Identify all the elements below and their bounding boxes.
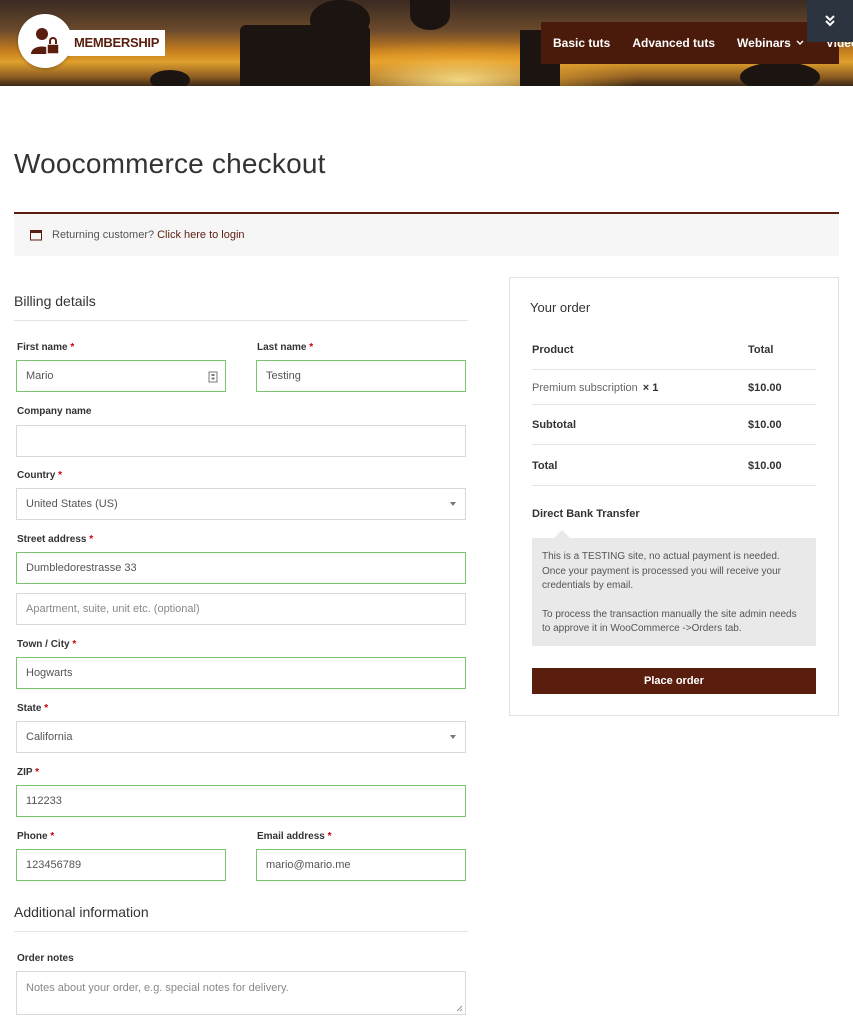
main-nav: Basic tuts Advanced tuts Webinars Videos [541, 22, 853, 64]
city-input[interactable]: Hogwarts [16, 657, 466, 689]
payment-description: This is a TESTING site, no actual paymen… [532, 530, 816, 646]
header-puzzle-knob [740, 62, 820, 86]
user-lock-icon [31, 28, 60, 55]
caret-down-icon [450, 502, 456, 506]
divider [14, 931, 468, 932]
order-table: Product Total Premium subscription × 1 $1… [532, 330, 816, 486]
order-table-header: Product Total [532, 330, 816, 370]
zip-label: ZIP * [17, 767, 40, 778]
order-notes-label: Order notes [17, 953, 74, 964]
product-column-header: Product [532, 344, 574, 356]
header-puzzle-knob [410, 0, 450, 30]
first-name-input[interactable]: Mario [16, 360, 226, 392]
subtotal-label: Subtotal [532, 419, 576, 431]
header-puzzle-knob [150, 70, 190, 86]
total-value: $10.00 [748, 460, 782, 472]
order-review-panel: Your order Product Total Premium subscri… [509, 277, 839, 716]
order-item-total: $10.00 [748, 382, 782, 394]
your-order-heading: Your order [530, 300, 591, 315]
street-address-label: Street address * [17, 534, 94, 545]
login-link[interactable]: Click here to login [157, 229, 244, 241]
site-logo[interactable] [18, 14, 72, 68]
last-name-input[interactable]: Testing [256, 360, 466, 392]
company-name-label: Company name [17, 406, 92, 417]
subtotal-row: Subtotal $10.00 [532, 405, 816, 445]
phone-input[interactable]: 123456789 [16, 849, 226, 881]
total-row: Total $10.00 [532, 445, 816, 486]
order-notes-textarea[interactable]: Notes about your order, e.g. special not… [16, 971, 466, 1015]
payment-method-bank-transfer[interactable]: Direct Bank Transfer [532, 508, 640, 520]
state-label: State * [17, 703, 49, 714]
state-select[interactable]: California [16, 721, 466, 753]
additional-information-heading: Additional information [14, 904, 149, 920]
page-title: Woocommerce checkout [14, 148, 326, 179]
total-column-header: Total [748, 344, 774, 356]
order-item-row: Premium subscription × 1 $10.00 [532, 370, 816, 405]
autofill-icon[interactable] [208, 371, 218, 383]
divider [14, 320, 468, 321]
nav-item-basic-tuts[interactable]: Basic tuts [553, 36, 610, 50]
notice-text: Returning customer? [52, 229, 155, 241]
city-label: Town / City * [17, 639, 77, 650]
place-order-button[interactable]: Place order [532, 668, 816, 694]
double-chevron-down-icon [825, 15, 835, 27]
menu-toggle-button[interactable] [807, 0, 853, 42]
country-select[interactable]: United States (US) [16, 488, 466, 520]
nav-item-webinars[interactable]: Webinars [737, 36, 804, 50]
country-label: Country * [17, 470, 63, 481]
nav-item-advanced-tuts[interactable]: Advanced tuts [632, 36, 715, 50]
billing-details-heading: Billing details [14, 293, 96, 309]
window-icon [30, 230, 42, 241]
site-logo-text[interactable]: MEMBERSHIP [68, 30, 166, 56]
header-puzzle-knob [310, 0, 370, 40]
total-label: Total [532, 460, 558, 472]
email-label: Email address * [257, 831, 332, 842]
first-name-label: First name * [17, 342, 75, 353]
email-input[interactable]: mario@mario.me [256, 849, 466, 881]
payment-description-line: This is a TESTING site, no actual paymen… [542, 551, 781, 591]
order-item-name: Premium subscription × 1 [532, 382, 659, 394]
caret-down-icon [450, 735, 456, 739]
payment-description-line: To process the transaction manually the … [542, 608, 797, 635]
last-name-label: Last name * [257, 342, 314, 353]
site-header: MEMBERSHIP Basic tuts Advanced tuts Webi… [0, 0, 853, 86]
street-address-input[interactable]: Dumbledorestrasse 33 [16, 552, 466, 584]
chevron-down-icon [796, 40, 804, 45]
returning-customer-notice: Returning customer? Click here to login [14, 212, 839, 256]
company-name-input[interactable] [16, 425, 466, 457]
phone-label: Phone * [17, 831, 55, 842]
street-address-line-2-input[interactable]: Apartment, suite, unit etc. (optional) [16, 593, 466, 625]
subtotal-value: $10.00 [748, 419, 782, 431]
zip-input[interactable]: 112233 [16, 785, 466, 817]
resize-grip-icon[interactable] [456, 1005, 463, 1012]
